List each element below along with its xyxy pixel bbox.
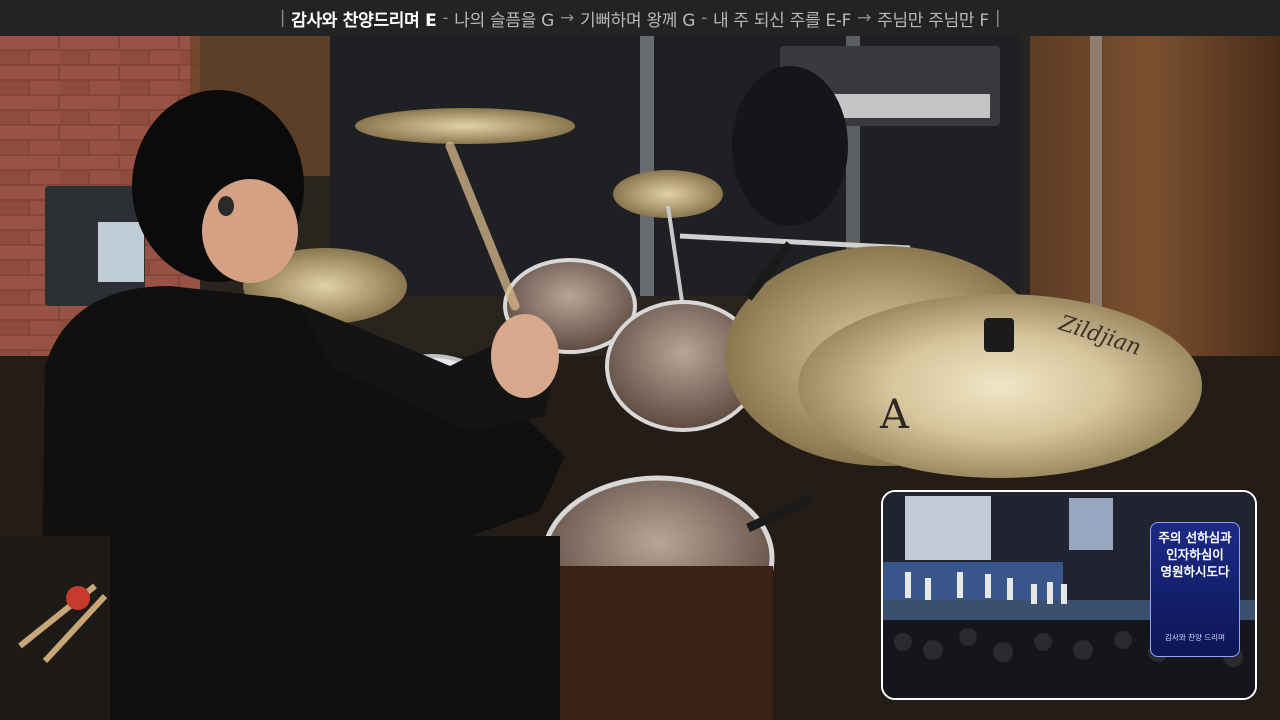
drummer-face bbox=[202, 179, 298, 283]
divider-mark: | bbox=[279, 8, 286, 28]
next-song-4: 주님만 주님만 F bbox=[877, 10, 989, 31]
arrow-separator: → bbox=[857, 8, 872, 28]
divider-mark: | bbox=[994, 8, 1001, 28]
cymbal-model-mark: A bbox=[879, 392, 910, 438]
current-song: 감사와 찬양드리며 E bbox=[291, 10, 437, 31]
drummer-hand bbox=[491, 314, 559, 398]
lyric-card: 주의 선하심과 인자하심이 영원하시도다 감사와 찬양 드리며 bbox=[1150, 522, 1240, 657]
lyric-lines: 주의 선하심과 인자하심이 영원하시도다 bbox=[1151, 529, 1239, 580]
floor-tom-shell bbox=[545, 566, 773, 720]
stick-bag bbox=[0, 536, 110, 720]
dash-separator: - bbox=[442, 8, 449, 28]
laptop-screen bbox=[98, 222, 144, 282]
cymbal-bell-nut bbox=[984, 318, 1014, 352]
projection-screen-right bbox=[1069, 498, 1113, 550]
lyric-line-1: 주의 선하심과 bbox=[1158, 530, 1232, 545]
mallet-head bbox=[66, 586, 90, 610]
pip-service-view: 주의 선하심과 인자하심이 영원하시도다 감사와 찬양 드리며 bbox=[881, 490, 1257, 700]
next-song-1: 나의 슬픔을 G bbox=[454, 10, 555, 31]
in-ear-monitor bbox=[218, 196, 234, 216]
lyric-line-2: 인자하심이 bbox=[1166, 547, 1224, 562]
next-song-3: 내 주 되신 주를 E-F bbox=[712, 10, 852, 31]
setlist-banner: | 감사와 찬양드리며 E - 나의 슬픔을 G → 기뻐하며 왕께 G - 내… bbox=[0, 0, 1280, 36]
arrow-separator: → bbox=[560, 8, 574, 28]
keyboard-player bbox=[732, 66, 848, 226]
crash-cymbal-left bbox=[355, 108, 575, 144]
dash-separator: - bbox=[701, 8, 707, 28]
lyric-line-3: 영원하시도다 bbox=[1160, 564, 1230, 579]
projection-screen-left bbox=[905, 496, 991, 560]
next-song-2: 기뻐하며 왕께 G bbox=[579, 10, 696, 31]
glass-frame-post bbox=[640, 36, 654, 296]
glass-frame-post bbox=[1090, 36, 1102, 336]
lyric-caption: 감사와 찬양 드리며 bbox=[1165, 633, 1225, 642]
